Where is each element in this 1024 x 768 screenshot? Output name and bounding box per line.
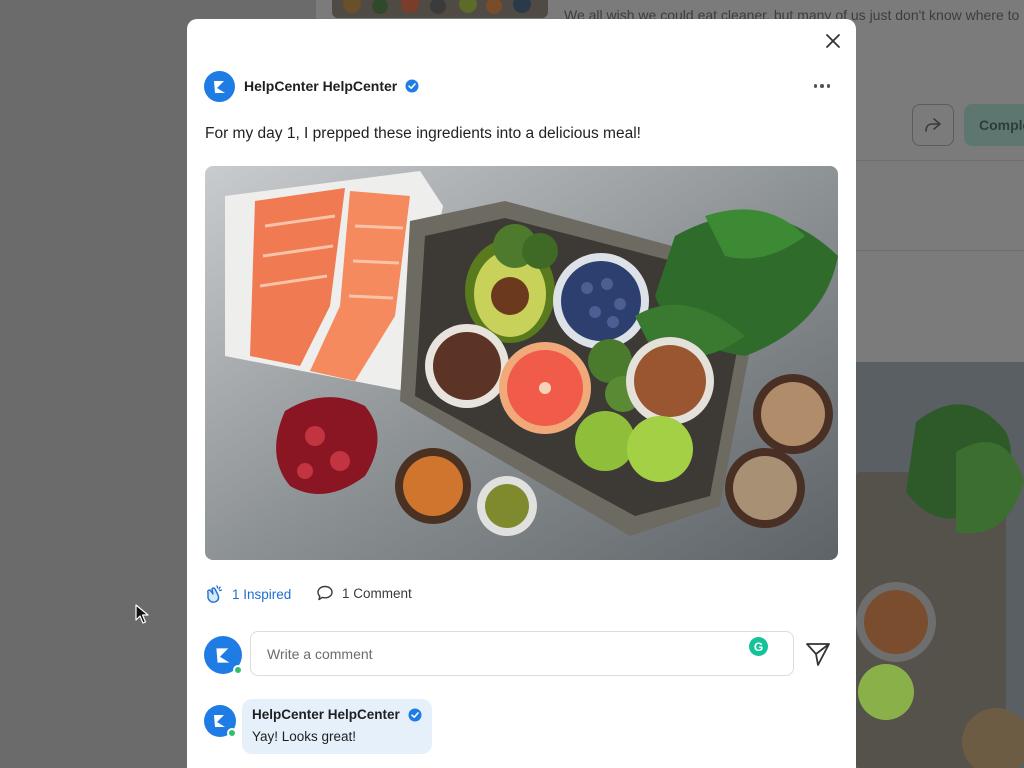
background-divider bbox=[856, 160, 1024, 161]
grammarly-icon[interactable]: G bbox=[749, 637, 768, 656]
background-divider bbox=[856, 250, 1024, 251]
verified-badge-icon bbox=[408, 708, 422, 721]
author-avatar[interactable] bbox=[204, 71, 235, 102]
post-image[interactable] bbox=[205, 166, 838, 560]
current-user-avatar[interactable] bbox=[204, 636, 243, 675]
reply-text: Yay! Looks great! bbox=[252, 729, 357, 744]
send-icon[interactable] bbox=[805, 641, 831, 667]
more-options-button[interactable] bbox=[808, 76, 836, 96]
post-text: For my day 1, I prepped these ingredient… bbox=[205, 125, 641, 142]
online-status-dot bbox=[227, 728, 237, 738]
inspired-count: 1 Inspired bbox=[232, 586, 292, 602]
comment-bubble-icon bbox=[317, 585, 333, 601]
brand-logo-icon bbox=[214, 715, 225, 727]
mouse-cursor-icon bbox=[135, 604, 149, 624]
comment-count: 1 Comment bbox=[342, 585, 412, 601]
clap-icon bbox=[207, 585, 223, 603]
close-icon[interactable] bbox=[822, 30, 844, 52]
verified-badge-icon bbox=[405, 79, 419, 93]
comment-input[interactable] bbox=[250, 631, 794, 676]
reply-author[interactable]: HelpCenter HelpCenter bbox=[252, 707, 422, 722]
share-icon bbox=[925, 118, 941, 132]
brand-logo-icon bbox=[213, 80, 225, 93]
inspired-reaction-button[interactable]: 1 Inspired bbox=[204, 584, 291, 604]
reply-comment: HelpCenter HelpCenter Yay! Looks great! bbox=[242, 699, 432, 754]
more-dot bbox=[820, 84, 824, 88]
online-status-dot bbox=[233, 665, 243, 675]
background-share-button bbox=[912, 104, 954, 146]
background-photo bbox=[856, 362, 1024, 768]
post-author[interactable]: HelpCenter HelpCenter bbox=[244, 78, 419, 94]
background-thumbnail bbox=[332, 0, 548, 18]
more-dot bbox=[813, 84, 818, 88]
more-dot bbox=[826, 84, 831, 88]
comment-count-button[interactable]: 1 Comment bbox=[316, 584, 412, 602]
author-name: HelpCenter HelpCenter bbox=[244, 78, 398, 94]
background-complete-button: Comple bbox=[964, 104, 1024, 146]
brand-logo-icon bbox=[215, 647, 229, 663]
reply-author-name: HelpCenter HelpCenter bbox=[252, 707, 400, 722]
reply-author-avatar[interactable] bbox=[204, 705, 237, 738]
